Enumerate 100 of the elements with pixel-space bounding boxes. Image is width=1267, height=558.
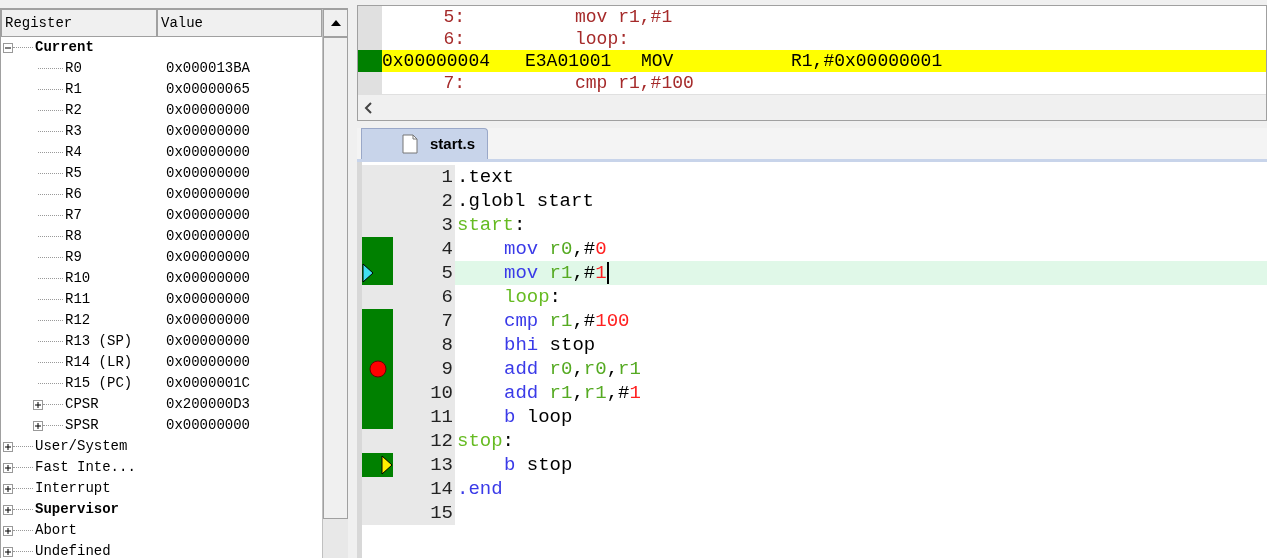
register-value: 0x00000000 — [166, 185, 250, 204]
tree-label[interactable]: Fast Inte... — [35, 457, 136, 478]
line-number: 5: — [442, 6, 465, 28]
tree-label[interactable]: Abort — [35, 520, 77, 541]
margin-cell — [358, 72, 382, 94]
tree-label[interactable]: Interrupt — [35, 478, 111, 499]
tree-label[interactable]: Supervisor — [35, 499, 119, 520]
gutter-cell[interactable] — [362, 285, 393, 309]
expand-icon[interactable] — [3, 504, 13, 515]
line-number: 9 — [393, 357, 455, 381]
code-line: .globl start — [457, 189, 594, 213]
tree-label[interactable]: R11 — [65, 289, 91, 310]
register-value: 0x00000000 — [166, 206, 250, 225]
expand-icon[interactable] — [3, 525, 13, 536]
tree-label[interactable]: R14 (LR) — [65, 352, 133, 373]
code-line: stop: — [457, 429, 514, 453]
tree-label[interactable]: User/System — [35, 436, 128, 457]
coverage-bar[interactable] — [362, 261, 393, 285]
register-value: 0x00000000 — [166, 332, 250, 351]
expand-icon[interactable] — [3, 546, 13, 557]
column-header[interactable]: Register — [1, 9, 157, 37]
call-stack-arrow-icon — [381, 455, 393, 475]
tree-label[interactable]: R4 — [65, 142, 82, 163]
tree-label[interactable]: Undefined — [35, 541, 111, 558]
line-number: 10 — [393, 381, 455, 405]
code-line: mov r1,#1 — [504, 261, 607, 285]
tree-label[interactable]: SPSR — [65, 415, 99, 436]
code-line: mov r0,#0 — [504, 237, 607, 261]
coverage-bar[interactable] — [362, 453, 393, 477]
line-number: 7: — [442, 72, 465, 94]
line-number: 8 — [393, 333, 455, 357]
register-value: 0x00000000 — [166, 101, 250, 120]
margin-cell — [358, 28, 382, 50]
column-header[interactable]: Value — [157, 9, 322, 37]
scroll-up-button[interactable] — [323, 9, 348, 37]
register-value: 0x00000000 — [166, 122, 250, 141]
tree-label[interactable]: R12 — [65, 310, 91, 331]
expand-icon[interactable] — [3, 462, 13, 473]
current-line-arrow-icon — [362, 263, 374, 283]
register-value: 0x00000000 — [166, 290, 250, 309]
line-number: 1 — [393, 165, 455, 189]
code-line: .text — [457, 165, 514, 189]
tree-label[interactable]: R15 (PC) — [65, 373, 133, 394]
code-line: .end — [457, 477, 503, 501]
code-line: b stop — [504, 453, 573, 477]
collapse-icon[interactable] — [3, 42, 13, 53]
tree-label[interactable]: R9 — [65, 247, 82, 268]
line-number: 3 — [393, 213, 455, 237]
scroll-thumb[interactable] — [323, 37, 348, 519]
tree-label[interactable]: Current — [35, 37, 94, 58]
tree-label[interactable]: R0 — [65, 58, 82, 79]
code-line: bhi stop — [504, 333, 596, 357]
tree-label[interactable]: R10 — [65, 268, 91, 289]
register-value: 0x0000001C — [166, 374, 250, 393]
expand-icon[interactable] — [3, 483, 13, 494]
expand-icon[interactable] — [33, 399, 43, 410]
tree-label[interactable]: R2 — [65, 100, 82, 121]
gutter-cell[interactable] — [362, 429, 393, 453]
tree-label[interactable]: R8 — [65, 226, 82, 247]
line-number: 2 — [393, 189, 455, 213]
register-value: 0x00000000 — [166, 311, 250, 330]
code-line: add r0,r0,r1 — [504, 357, 641, 381]
tree-label[interactable]: R7 — [65, 205, 82, 226]
register-value: 0x00000065 — [166, 80, 250, 99]
code-line: b loop — [504, 405, 573, 429]
code-line: loop: — [504, 285, 561, 309]
line-number: 13 — [393, 453, 455, 477]
tree-label[interactable]: CPSR — [65, 394, 99, 415]
address: 0x00000004 — [382, 50, 492, 72]
file-tab[interactable]: start.s — [361, 128, 489, 159]
line-number: 12 — [393, 429, 455, 453]
expand-icon[interactable] — [3, 441, 13, 452]
line-number: 5 — [393, 261, 455, 285]
register-value: 0x00000000 — [166, 164, 250, 183]
line-number: 7 — [393, 309, 455, 333]
code-line: cmp r1,#100 — [504, 309, 630, 333]
tree-label[interactable]: R13 (SP) — [65, 331, 133, 352]
expand-icon[interactable] — [33, 420, 43, 431]
up-arrow-icon — [330, 20, 341, 26]
line-number: 15 — [393, 501, 455, 525]
register-value: 0x00000000 — [166, 353, 250, 372]
line-number: 11 — [393, 405, 455, 429]
register-value: 0x000013BA — [166, 59, 250, 78]
register-value: 0x00000000 — [166, 143, 250, 162]
breakpoint-icon[interactable] — [368, 360, 387, 378]
code-line: add r1,r1,#1 — [504, 381, 641, 405]
tree-label[interactable]: R3 — [65, 121, 82, 142]
operands: R1,#0x00000001 — [791, 50, 943, 72]
tree-label[interactable]: R5 — [65, 163, 82, 184]
scroll-left-icon[interactable] — [364, 101, 372, 114]
line-number: 4 — [393, 237, 455, 261]
mnemonic: MOV — [641, 50, 675, 72]
line-number: 6 — [393, 285, 455, 309]
code-line: start: — [457, 213, 526, 237]
horizontal-scrollbar[interactable] — [358, 94, 1266, 120]
register-value: 0x00000000 — [166, 227, 250, 246]
register-value: 0x00000000 — [166, 416, 250, 435]
register-value: 0x00000000 — [166, 248, 250, 267]
tree-label[interactable]: R6 — [65, 184, 82, 205]
tree-label[interactable]: R1 — [65, 79, 82, 100]
